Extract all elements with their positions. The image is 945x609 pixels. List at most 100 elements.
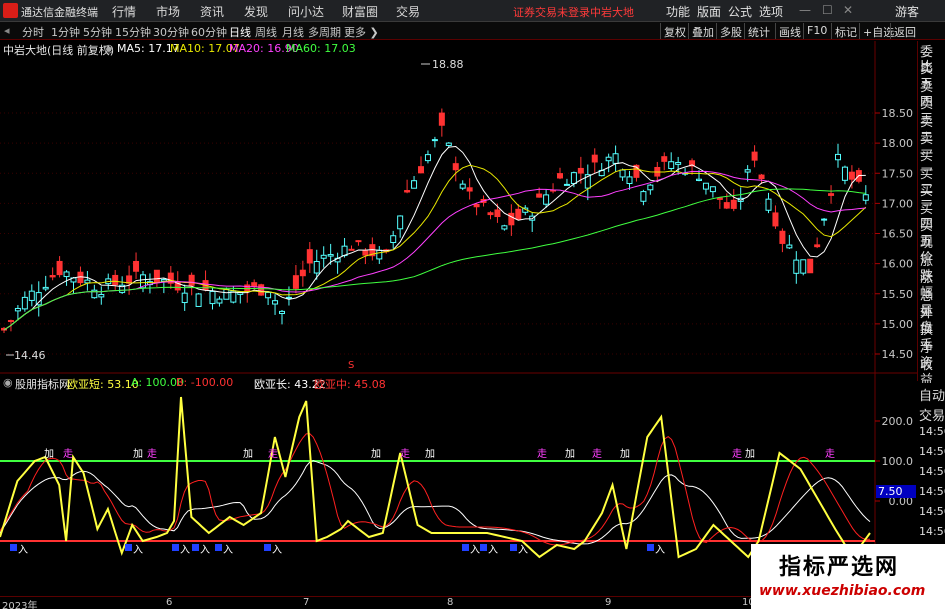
period-tab-monthly[interactable]: 月线: [282, 24, 304, 40]
signal-add-label: 走: [825, 448, 835, 460]
candle-body: [265, 291, 272, 299]
adjust-button[interactable]: 复权: [660, 23, 689, 39]
candle-body: [14, 307, 21, 312]
ma-legend: 中岩大地(日线 前复权) ◉ MA5: 17.17 MA10: 17.07 MA…: [0, 41, 870, 57]
tick-time-label: 14:56: [919, 505, 945, 518]
candle-body: [862, 194, 869, 201]
watermark-title: 指标严选网: [779, 555, 900, 580]
menu-wealth[interactable]: 财富圈: [342, 3, 378, 20]
mark-button[interactable]: 标记: [831, 23, 860, 39]
settings-icon[interactable]: ◉: [104, 42, 114, 55]
menu-trade[interactable]: 交易: [396, 3, 420, 20]
menu-function[interactable]: 功能: [666, 3, 690, 20]
toolbar-arrow-icon[interactable]: ◂: [4, 24, 10, 37]
candle-body: [758, 174, 765, 180]
login-warning[interactable]: 证券交易未登录: [513, 4, 590, 20]
candle-body: [723, 202, 730, 209]
candle-body: [452, 163, 459, 171]
menu-ask[interactable]: 问小达: [288, 3, 324, 20]
candle-body: [285, 296, 292, 299]
signal-add-label: 加: [745, 448, 755, 460]
price-axis-label: 15.00: [882, 318, 914, 331]
indicator-settings-icon[interactable]: ◉: [3, 376, 13, 389]
signal-in-label: 入: [223, 545, 233, 556]
close-icon[interactable]: ✕: [843, 3, 853, 17]
period-tab-daily[interactable]: 日线: [229, 24, 251, 40]
chart-canvas[interactable]: 18.50 18.00 17.50 17.00 16.50 16.00 15.50 15.00…: [0, 0, 945, 609]
candle-body: [675, 161, 682, 165]
menu-news[interactable]: 资讯: [200, 3, 224, 20]
candle-body: [577, 167, 584, 174]
candle-body: [557, 173, 563, 179]
candle-body: [536, 193, 543, 198]
signal-in-marker: [480, 544, 487, 551]
signal-in-marker: [10, 544, 17, 551]
overlay-button[interactable]: 叠加: [688, 23, 717, 39]
minimize-icon[interactable]: —: [799, 3, 811, 17]
back-button[interactable]: 返回: [890, 23, 919, 39]
candle-body: [376, 249, 383, 260]
ma5-line: [3, 145, 866, 331]
signal-in-marker: [462, 544, 469, 551]
candle-body: [696, 178, 702, 181]
candle-body: [619, 169, 626, 178]
date-label: 2023年: [2, 601, 38, 609]
candle-body: [814, 244, 821, 248]
period-toolbar: ◂ 分时 1分钟 5分钟 15分钟 30分钟 60分钟 日线 周线 月线 多周期…: [0, 22, 945, 40]
date-label: 6: [166, 597, 173, 608]
candle-body: [181, 292, 188, 304]
period-tab-more[interactable]: 更多 ❯: [344, 24, 379, 40]
period-tab-30min[interactable]: 30分钟: [153, 24, 189, 40]
candle-body: [21, 296, 28, 310]
menu-quotes[interactable]: 行情: [112, 3, 136, 20]
price-axis-label: 15.50: [882, 288, 914, 301]
candle-body: [56, 260, 63, 276]
signal-add-label: 走: [268, 448, 278, 460]
period-tab-1min[interactable]: 1分钟: [51, 24, 80, 40]
low-price-label: 14.46: [14, 349, 46, 362]
draw-button[interactable]: 画线: [775, 23, 804, 39]
multi-stock-button[interactable]: 多股: [716, 23, 745, 39]
restore-icon[interactable]: ☐: [822, 3, 833, 17]
ma10-line: [3, 164, 867, 331]
period-tab-15min[interactable]: 15分钟: [115, 24, 151, 40]
candle-body: [848, 171, 855, 180]
guest-label[interactable]: 游客: [895, 3, 919, 20]
candle-body: [772, 212, 779, 227]
candle-body: [459, 183, 466, 189]
candle-body: [424, 154, 431, 162]
indicator-name: 股朋指标网: [15, 378, 70, 391]
menu-discover[interactable]: 发现: [244, 3, 268, 20]
candle-body: [279, 310, 285, 315]
signal-in-label: 入: [518, 545, 528, 556]
menu-formula[interactable]: 公式: [728, 3, 752, 20]
candle-body: [112, 274, 119, 286]
period-tab-timeshare[interactable]: 分时: [22, 24, 44, 40]
candle-body: [438, 112, 445, 126]
signal-in-marker: [647, 544, 654, 551]
f10-button[interactable]: F10: [803, 23, 830, 39]
candle-body: [501, 225, 508, 230]
candle-body: [786, 244, 793, 249]
candle-body: [473, 203, 480, 208]
tick-time-label: 14:56: [919, 425, 945, 438]
period-tab-60min[interactable]: 60分钟: [191, 24, 227, 40]
candle-body: [320, 254, 327, 259]
signal-add-label: 走: [147, 448, 157, 460]
menu-layout[interactable]: 版面: [697, 3, 721, 20]
menu-market[interactable]: 市场: [156, 3, 180, 20]
candle-body: [397, 215, 404, 230]
candle-body: [445, 142, 452, 146]
stats-button[interactable]: 统计: [744, 23, 773, 39]
candle-body: [313, 261, 320, 274]
signal-in-marker: [264, 544, 271, 551]
period-tab-multi[interactable]: 多周期: [308, 24, 341, 40]
period-tab-5min[interactable]: 5分钟: [83, 24, 112, 40]
menu-options[interactable]: 选项: [759, 3, 783, 20]
period-tab-weekly[interactable]: 周线: [255, 24, 277, 40]
candle-body: [793, 259, 800, 274]
quote-panel: 委比 卖五 卖四 卖三 卖二 卖一 买一 买二 买三 买四 买五 现价 涨跌 涨幅 总量 外盘 换手 净资 收益: [917, 41, 945, 388]
candle-body: [508, 212, 515, 226]
candle-body: [612, 153, 619, 164]
price-axis-label: 16.00: [882, 258, 914, 271]
